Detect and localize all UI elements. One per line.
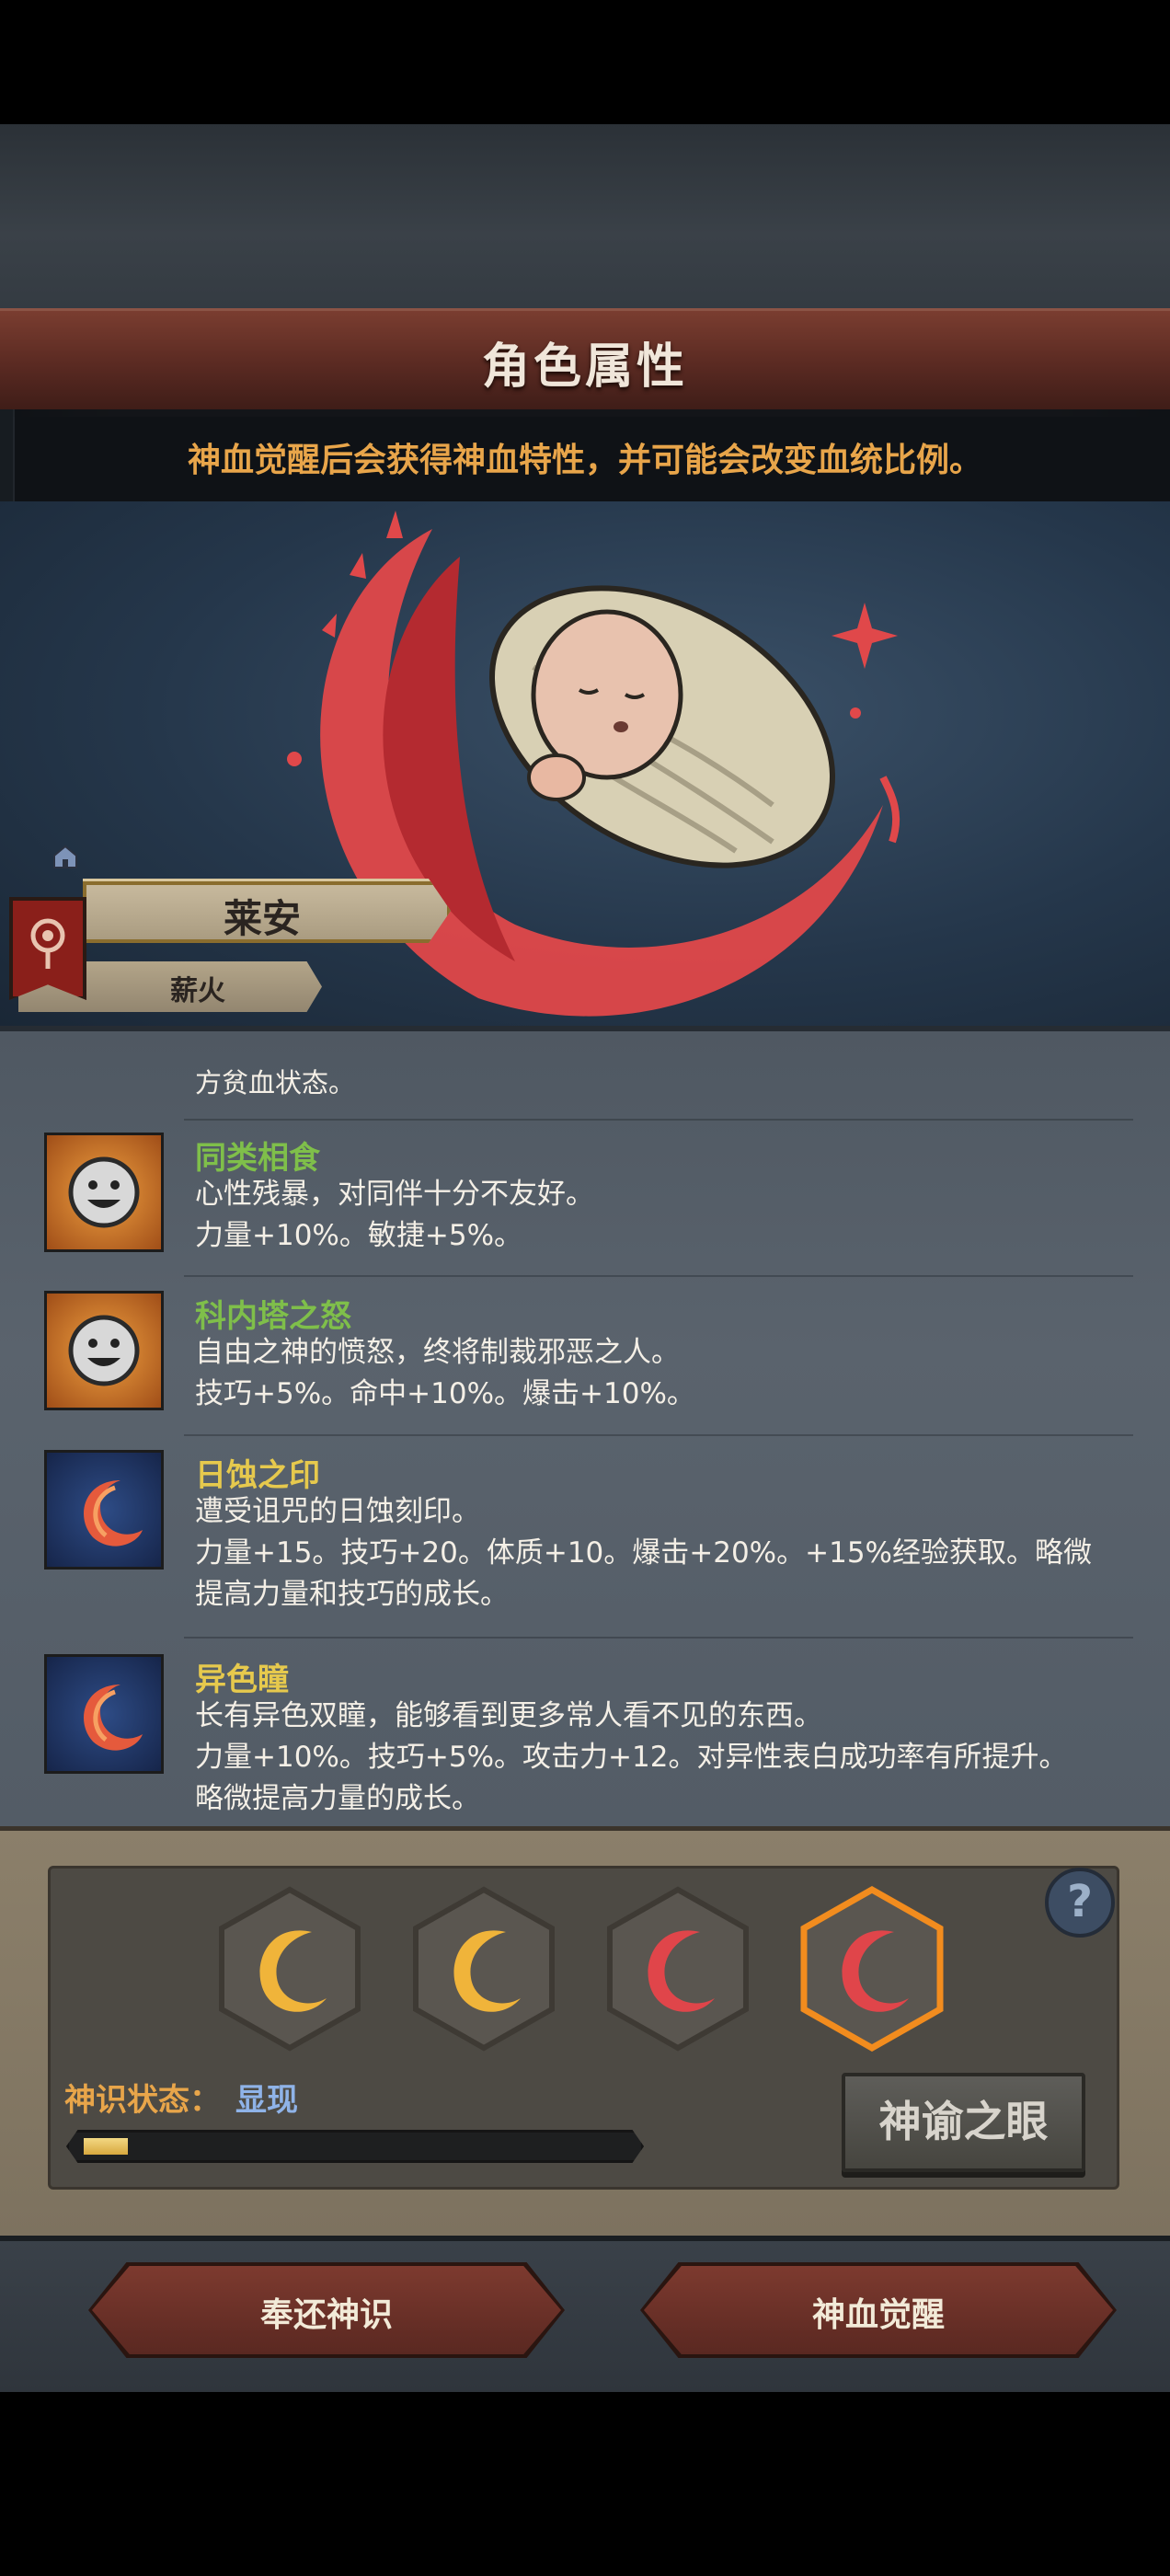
home-icon: [53, 845, 77, 868]
sense-slot-3[interactable]: [604, 1886, 751, 2052]
blood-awaken-button[interactable]: 神血觉醒: [640, 2262, 1117, 2358]
trait-list[interactable]: 方贫血状态。 同类相食 心性残暴，对同伴十分不友好。 力量+10%。敏捷+5%。…: [0, 1026, 1170, 1826]
trait-effect-line: 技巧+5%。命中+10%。爆击+10%。: [195, 1377, 695, 1410]
sense-progress-fill: [84, 2138, 128, 2155]
trait-effect-line: 提高力量和技巧的成长。: [195, 1578, 509, 1611]
trait-name: 日蚀之印: [195, 1457, 320, 1494]
return-sense-button[interactable]: 奉还神识: [88, 2262, 565, 2358]
sense-progress-bar: [66, 2130, 644, 2163]
sense-slot-1[interactable]: [216, 1886, 363, 2052]
character-tag: 薪火: [170, 975, 225, 1007]
clan-banner-icon: [9, 897, 86, 1000]
subtitle-bar: 神血觉醒后会获得神血特性，并可能会改变血统比例。: [0, 409, 1170, 501]
grinning-sun-icon: [44, 1291, 164, 1410]
subtitle-text: 神血觉醒后会获得神血特性，并可能会改变血统比例。: [187, 442, 982, 479]
crescent-moon-icon: [44, 1654, 164, 1774]
trait-desc-line: 遭受诅咒的日蚀刻印。: [195, 1495, 480, 1528]
return-sense-label: 奉还神识: [259, 2296, 393, 2334]
sense-slot-2[interactable]: [410, 1886, 557, 2052]
header: 角色属性: [0, 308, 1170, 417]
divider: [184, 1119, 1133, 1121]
god-sense-panel: [0, 1826, 1170, 2236]
trait-effect-line: 力量+10%。技巧+5%。攻击力+12。对异性表白成功率有所提升。: [195, 1741, 1068, 1774]
trait-desc-line: 自由之神的愤怒，终将制裁邪恶之人。: [195, 1336, 680, 1369]
sense-slot-4-selected[interactable]: [798, 1886, 946, 2052]
trait-name: 同类相食: [195, 1140, 320, 1177]
bottom-black-bar: [0, 2392, 1170, 2576]
sense-status-label: 神识状态：: [64, 2082, 221, 2119]
trait-name: 异色瞳: [195, 1662, 289, 1698]
trait-desc-partial: 方贫血状态。: [195, 1067, 356, 1098]
page-title: 角色属性: [481, 339, 688, 395]
blood-awaken-label: 神血觉醒: [811, 2296, 945, 2334]
top-black-bar: [0, 0, 1170, 124]
oracle-eye-button[interactable]: 神谕之眼: [842, 2073, 1085, 2172]
divider: [184, 1434, 1133, 1436]
swaddled-baby-figure: [489, 585, 835, 868]
crescent-moon-icon: [44, 1450, 164, 1570]
trait-effect-line: 略微提高力量的成长。: [195, 1782, 480, 1815]
trait-effect-line: 力量+15。技巧+20。体质+10。爆击+20%。+15%经验获取。略微: [195, 1536, 1093, 1570]
divider: [184, 1637, 1133, 1639]
trait-effect-line: 力量+10%。敏捷+5%。: [195, 1219, 523, 1252]
help-button[interactable]: ?: [1045, 1868, 1115, 1938]
sense-status-value: 显现: [235, 2082, 298, 2119]
grinning-sun-icon: [44, 1133, 164, 1252]
character-name: 莱安: [223, 896, 301, 941]
trait-name: 科内塔之怒: [195, 1298, 351, 1335]
top-background: [0, 124, 1170, 308]
trait-desc-line: 心性残暴，对同伴十分不友好。: [195, 1178, 594, 1211]
trait-desc-line: 长有异色双瞳，能够看到更多常人看不见的东西。: [195, 1699, 822, 1732]
divider: [184, 1275, 1133, 1277]
